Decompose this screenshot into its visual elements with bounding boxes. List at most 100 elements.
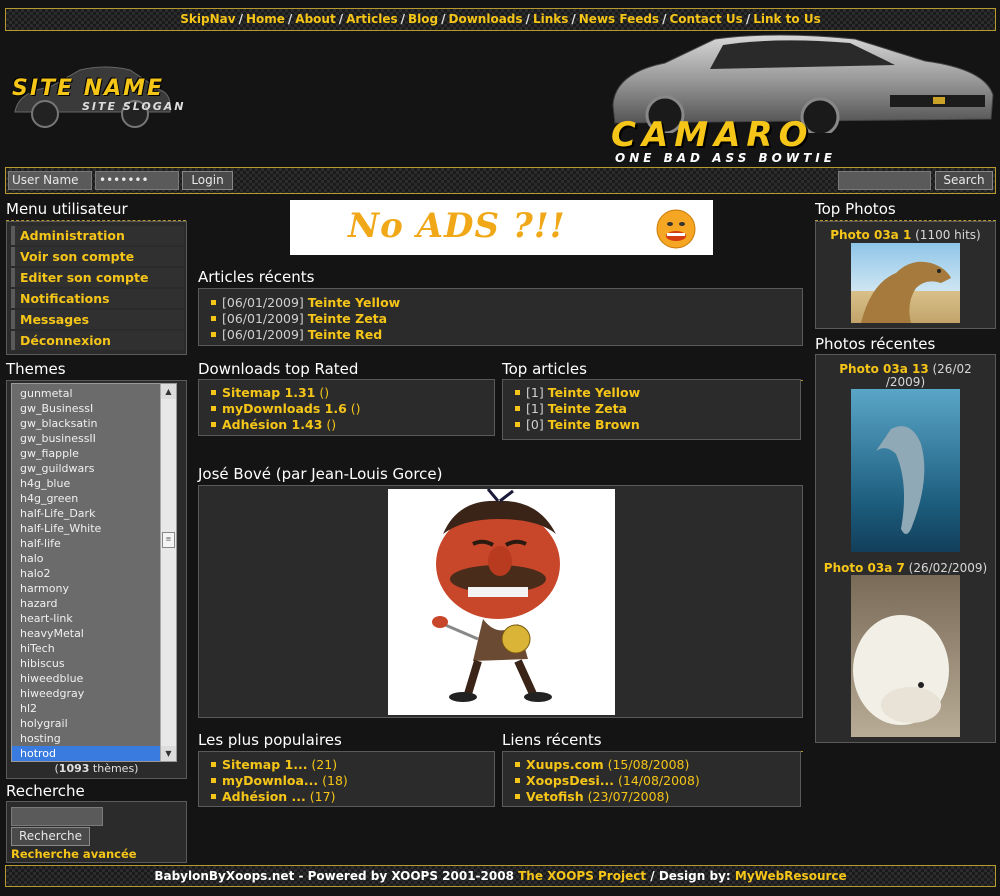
polar-bear-photo[interactable]: [851, 575, 960, 737]
recent-articles-title: Articles récents: [198, 268, 803, 289]
menu-item-administration[interactable]: Administration: [11, 226, 184, 245]
camel-photo[interactable]: [851, 243, 960, 323]
download-link[interactable]: Sitemap 1.31: [222, 385, 315, 400]
menu-item-logout[interactable]: Déconnexion: [11, 331, 184, 350]
theme-option[interactable]: half-life: [12, 536, 176, 551]
popular-link[interactable]: myDownloa...: [222, 773, 318, 788]
nav-downloads[interactable]: Downloads: [449, 12, 523, 26]
nav-separator: /: [745, 12, 751, 26]
theme-option[interactable]: hiweedblue: [12, 671, 176, 686]
menu-item-messages[interactable]: Messages: [11, 310, 184, 329]
theme-option[interactable]: hosting: [12, 731, 176, 746]
article-link[interactable]: Teinte Yellow: [548, 385, 640, 400]
article-link[interactable]: Teinte Zeta: [548, 401, 627, 416]
theme-option[interactable]: gunmetal: [12, 386, 176, 401]
advanced-search-link[interactable]: Recherche avancée: [11, 847, 137, 861]
theme-option[interactable]: gw_BusinessI: [12, 401, 176, 416]
nav-separator: /: [525, 12, 530, 26]
nav-skipnav[interactable]: SkipNav: [180, 12, 235, 26]
photo-link[interactable]: Photo 03a 1: [830, 228, 911, 242]
theme-option[interactable]: half-Life_Dark: [12, 506, 176, 521]
designer-link[interactable]: MyWebResource: [735, 869, 847, 883]
theme-option[interactable]: gw_blacksatin: [12, 416, 176, 431]
theme-option[interactable]: h4g_blue: [12, 476, 176, 491]
menu-item-edit-account[interactable]: Editer son compte: [11, 268, 184, 287]
list-item: [1] Teinte Yellow: [515, 385, 800, 401]
nav-separator: /: [441, 12, 446, 26]
download-link[interactable]: Adhésion 1.43: [222, 417, 322, 432]
article-link[interactable]: Teinte Red: [308, 327, 382, 342]
theme-option[interactable]: heart-link: [12, 611, 176, 626]
top-articles-title: Top articles: [502, 360, 803, 381]
download-extra: (): [322, 417, 337, 432]
article-link[interactable]: Teinte Zeta: [308, 311, 387, 326]
menu-item-notifications[interactable]: Notifications: [11, 289, 184, 308]
nav-separator: /: [400, 12, 406, 26]
polar-bear-drawing: [853, 615, 949, 725]
nav-separator: /: [338, 12, 344, 26]
theme-option[interactable]: hazard: [12, 596, 176, 611]
popular-block: Sitemap 1... (21) myDownloa... (18) Adhé…: [198, 751, 495, 807]
theme-option[interactable]: harmony: [12, 581, 176, 596]
theme-option[interactable]: gw_fiapple: [12, 446, 176, 461]
theme-option[interactable]: halo2: [12, 566, 176, 581]
theme-count-number: 1093: [58, 762, 90, 775]
photo-link[interactable]: Photo 03a 13: [839, 362, 928, 376]
scroll-thumb[interactable]: ≡: [162, 532, 175, 548]
popular-link[interactable]: Adhésion ...: [222, 789, 306, 804]
download-link[interactable]: myDownloads 1.6: [222, 401, 347, 416]
theme-option[interactable]: half-Life_White: [12, 521, 176, 536]
recent-photo-caption-2: Photo 03a 7 (26/02/2009): [816, 561, 995, 575]
username-input[interactable]: User Name: [8, 171, 92, 190]
photo-hits: (1100 hits): [911, 228, 981, 242]
theme-option[interactable]: gw_guildwars: [12, 461, 176, 476]
theme-option[interactable]: hl2: [12, 701, 176, 716]
nav-articles[interactable]: Articles: [346, 12, 398, 26]
login-button[interactable]: Login: [182, 171, 233, 190]
ad-banner[interactable]: No ADS ?!!: [290, 200, 713, 255]
recent-link[interactable]: XoopsDesi...: [526, 773, 614, 788]
article-link[interactable]: Teinte Brown: [548, 417, 640, 432]
scroll-up-arrow-icon[interactable]: ▲: [161, 384, 176, 399]
theme-option[interactable]: halo: [12, 551, 176, 566]
photo-link[interactable]: Photo 03a 7: [824, 561, 905, 575]
theme-option[interactable]: h4g_green: [12, 491, 176, 506]
nav-home[interactable]: Home: [246, 12, 285, 26]
theme-option[interactable]: holygrail: [12, 716, 176, 731]
list-item: Xuups.com (15/08/2008): [515, 757, 800, 773]
theme-select-list[interactable]: gunmetal gw_BusinessI gw_blacksatin gw_b…: [11, 383, 177, 762]
dolphin-photo[interactable]: [851, 389, 960, 552]
theme-option[interactable]: heavyMetal: [12, 626, 176, 641]
recent-links-title: Liens récents: [502, 731, 803, 752]
nav-links[interactable]: Links: [533, 12, 568, 26]
article-link[interactable]: Teinte Yellow: [308, 295, 400, 310]
nav-about[interactable]: About: [295, 12, 335, 26]
nav-contact-us[interactable]: Contact Us: [669, 12, 742, 26]
bullet-icon: [211, 316, 216, 321]
theme-option[interactable]: hibiscus: [12, 656, 176, 671]
site-logo[interactable]: SITE NAME SITE SLOGAN: [8, 52, 233, 142]
recent-link[interactable]: Xuups.com: [526, 757, 604, 772]
password-input[interactable]: •••••••: [95, 171, 179, 190]
theme-option[interactable]: hiweedgray: [12, 686, 176, 701]
nav-link-to-us[interactable]: Link to Us: [753, 12, 821, 26]
theme-list-scrollbar[interactable]: ▲ ≡ ▼: [160, 384, 176, 761]
nav-blog[interactable]: Blog: [408, 12, 438, 26]
bullet-icon: [515, 778, 520, 783]
theme-option-selected[interactable]: hotrod: [12, 746, 176, 761]
caricature-image[interactable]: [388, 488, 615, 715]
menu-item-view-account[interactable]: Voir son compte: [11, 247, 184, 266]
scroll-down-arrow-icon[interactable]: ▼: [161, 746, 176, 761]
search-block-input[interactable]: [11, 807, 103, 826]
bullet-icon: [211, 390, 216, 395]
recent-link[interactable]: Vetofish: [526, 789, 584, 804]
search-input[interactable]: [838, 171, 931, 190]
popular-link[interactable]: Sitemap 1...: [222, 757, 307, 772]
search-block-button[interactable]: Recherche: [11, 827, 90, 846]
theme-option[interactable]: hiTech: [12, 641, 176, 656]
nav-news-feeds[interactable]: News Feeds: [579, 12, 659, 26]
search-button[interactable]: Search: [935, 171, 993, 190]
theme-option[interactable]: gw_businessII: [12, 431, 176, 446]
search-block: Recherche Recherche avancée: [6, 801, 187, 863]
xoops-project-link[interactable]: The XOOPS Project: [518, 869, 646, 883]
